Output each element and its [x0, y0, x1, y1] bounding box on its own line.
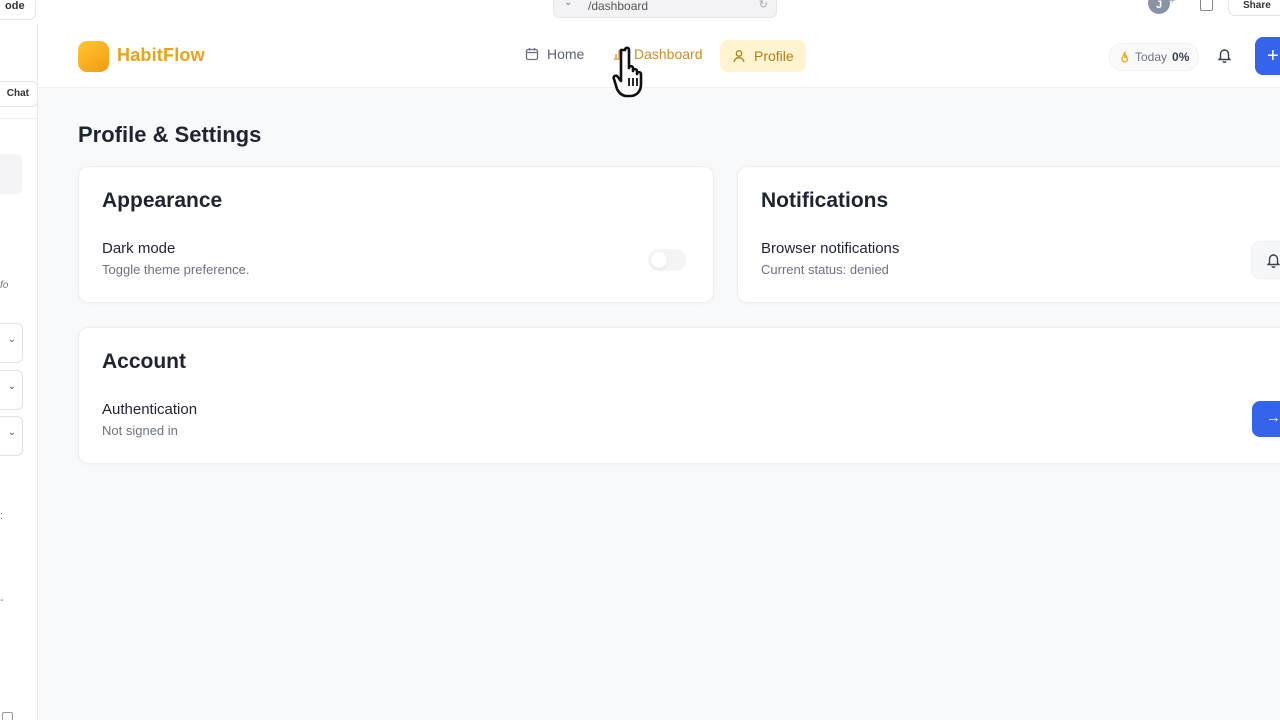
- dark-mode-description: Toggle theme preference.: [102, 262, 250, 277]
- editor-left-panel: Chat fo ⌄ ⌄ ⌄ : -: [0, 24, 38, 720]
- panel-text-fragment: -: [0, 594, 4, 606]
- notifications-card: Notifications Browser notifications Curr…: [737, 166, 1280, 303]
- sign-in-icon: →: [1266, 409, 1280, 426]
- account-title: Account: [102, 350, 186, 373]
- invite-plus-icon[interactable]: +: [1169, 0, 1175, 7]
- editor-topbar: ode ⌄ /dashboard ↻ J + Share: [0, 0, 1280, 25]
- enable-notifications-button[interactable]: [1251, 241, 1280, 279]
- panel-select[interactable]: ⌄: [0, 323, 23, 363]
- url-path: /dashboard: [588, 0, 649, 13]
- panel-select[interactable]: ⌄: [0, 370, 23, 410]
- user-icon: [732, 42, 746, 74]
- authentication-status: Not signed in: [102, 423, 178, 438]
- panel-block: [0, 154, 22, 194]
- chat-tab[interactable]: Chat: [0, 81, 37, 107]
- sign-in-button[interactable]: →: [1252, 401, 1280, 437]
- calendar-icon: [525, 47, 539, 64]
- preview-url-bar[interactable]: ⌄ /dashboard ↻: [553, 0, 777, 18]
- appearance-title: Appearance: [102, 189, 223, 212]
- browser-notifications-status: Current status: denied: [761, 262, 889, 277]
- appearance-card: Appearance Dark mode Toggle theme prefer…: [78, 166, 714, 303]
- logo-icon: [78, 41, 109, 72]
- brand-name[interactable]: HabitFlow: [117, 45, 205, 66]
- bell-icon: [1266, 254, 1280, 268]
- account-card: Account Authentication Not signed in →: [78, 327, 1280, 464]
- chevron-down-icon: ⌄: [7, 427, 16, 438]
- panel-text-fragment: fo: [0, 280, 9, 291]
- copy-icon[interactable]: [1200, 0, 1213, 11]
- divider: [0, 118, 37, 119]
- toggle-knob: [651, 252, 667, 268]
- avatar[interactable]: J: [1148, 0, 1170, 14]
- hand-cursor-icon: [612, 44, 664, 107]
- reload-icon[interactable]: ↻: [759, 0, 768, 11]
- today-label: Today: [1135, 50, 1168, 64]
- panel-text-fragment: :: [0, 510, 4, 522]
- app-preview: HabitFlow Home Dashboard Profile Today 0%…: [38, 24, 1280, 720]
- page-title: Profile & Settings: [78, 122, 262, 147]
- today-value: 0%: [1172, 50, 1190, 64]
- dark-mode-label: Dark mode: [102, 240, 176, 257]
- nav-profile[interactable]: Profile: [720, 40, 806, 72]
- chevron-down-icon: ⌄: [7, 381, 16, 392]
- notifications-title: Notifications: [761, 189, 889, 212]
- browser-notifications-label: Browser notifications: [761, 240, 900, 257]
- share-button[interactable]: Share: [1228, 0, 1280, 16]
- mode-tab[interactable]: ode: [0, 0, 36, 20]
- flame-icon: [1119, 46, 1131, 72]
- panel-select[interactable]: ⌄: [0, 416, 23, 456]
- chevron-down-icon: ⌄: [7, 334, 16, 345]
- add-habit-button[interactable]: +: [1255, 37, 1280, 75]
- chevron-down-icon[interactable]: ⌄: [564, 0, 572, 8]
- dark-mode-toggle[interactable]: [648, 249, 686, 271]
- authentication-label: Authentication: [102, 401, 198, 418]
- nav-home[interactable]: Home: [525, 46, 584, 64]
- panel-toggle-icon[interactable]: [2, 712, 13, 720]
- bell-icon[interactable]: [1217, 47, 1232, 68]
- nav-home-label: Home: [547, 46, 585, 62]
- nav-profile-label: Profile: [754, 48, 794, 64]
- today-progress[interactable]: Today 0%: [1109, 43, 1200, 72]
